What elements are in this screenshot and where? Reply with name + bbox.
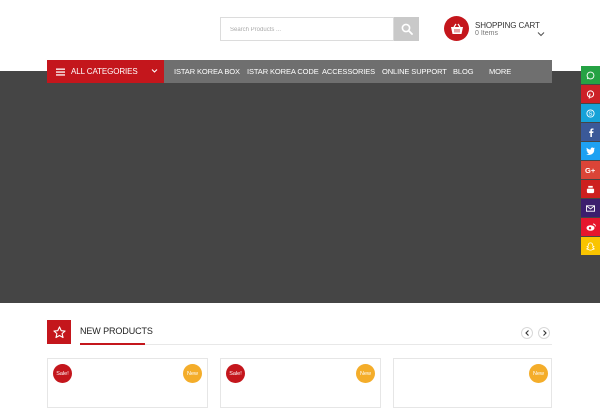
svg-text:S: S <box>589 111 593 117</box>
skype-icon: S <box>586 108 595 117</box>
email-button[interactable] <box>581 199 600 217</box>
basket-icon <box>450 23 463 34</box>
svg-text:G+: G+ <box>585 166 596 174</box>
whatsapp-icon <box>586 71 595 79</box>
all-categories-label: ALL CATEGORIES <box>71 67 138 76</box>
nav-item-blog[interactable]: BLOG <box>453 60 474 83</box>
product-card[interactable]: Sale! New <box>47 358 208 408</box>
chevron-down-icon[interactable] <box>537 24 545 42</box>
search-button[interactable] <box>394 17 419 41</box>
all-categories-button[interactable]: ALL CATEGORIES <box>47 60 164 83</box>
star-icon <box>52 325 66 338</box>
carousel-prev-button[interactable] <box>521 327 533 339</box>
weibo-button[interactable] <box>581 218 600 236</box>
cart-button[interactable] <box>444 16 469 41</box>
nav-item-istar-korea-box[interactable]: ISTAR KOREA BOX <box>174 60 240 83</box>
google-plus-icon: G+ <box>585 166 596 174</box>
chevron-right-icon <box>542 330 547 336</box>
section-divider <box>80 344 552 345</box>
nav-item-accessories[interactable]: ACCESSORIES <box>322 60 375 83</box>
section-title-underline <box>80 343 145 345</box>
chevron-left-icon <box>524 330 529 336</box>
sale-badge: Sale! <box>53 364 72 383</box>
pinterest-button[interactable] <box>581 85 600 103</box>
hero-banner <box>0 71 600 303</box>
cart-item-count: 0 Items <box>475 30 498 37</box>
google-plus-button[interactable]: G+ <box>581 161 600 179</box>
new-badge: New <box>529 364 548 383</box>
twitter-button[interactable] <box>581 142 600 160</box>
nav-item-more[interactable]: MORE <box>489 60 511 83</box>
search-field[interactable] <box>220 17 399 41</box>
menu-icon <box>56 68 65 76</box>
sale-badge: Sale! <box>226 364 245 383</box>
search-icon <box>401 23 413 35</box>
chevron-down-icon <box>151 69 158 73</box>
snapchat-button[interactable] <box>581 237 600 255</box>
new-badge: New <box>356 364 375 383</box>
product-card[interactable]: Sale! New <box>220 358 381 408</box>
whatsapp-button[interactable] <box>581 66 600 84</box>
new-badge: New <box>183 364 202 383</box>
snapchat-icon <box>586 241 595 251</box>
facebook-button[interactable] <box>581 123 600 141</box>
nav-item-istar-korea-code[interactable]: ISTAR KOREA CODE <box>247 60 319 83</box>
facebook-icon <box>588 127 594 137</box>
youtube-icon <box>586 185 595 193</box>
product-card[interactable]: New <box>393 358 552 408</box>
cart-title[interactable]: SHOPPING CART <box>475 21 540 30</box>
skype-button[interactable]: S <box>581 104 600 122</box>
search-input[interactable] <box>221 19 399 41</box>
weibo-icon <box>586 223 596 231</box>
email-icon <box>586 204 595 212</box>
pinterest-icon <box>586 89 595 99</box>
section-title: NEW PRODUCTS <box>80 326 153 336</box>
youtube-button[interactable] <box>581 180 600 198</box>
nav-item-online-support[interactable]: ONLINE SUPPORT <box>382 60 447 83</box>
twitter-icon <box>586 147 595 155</box>
new-products-icon-box <box>47 320 71 344</box>
carousel-next-button[interactable] <box>538 327 550 339</box>
